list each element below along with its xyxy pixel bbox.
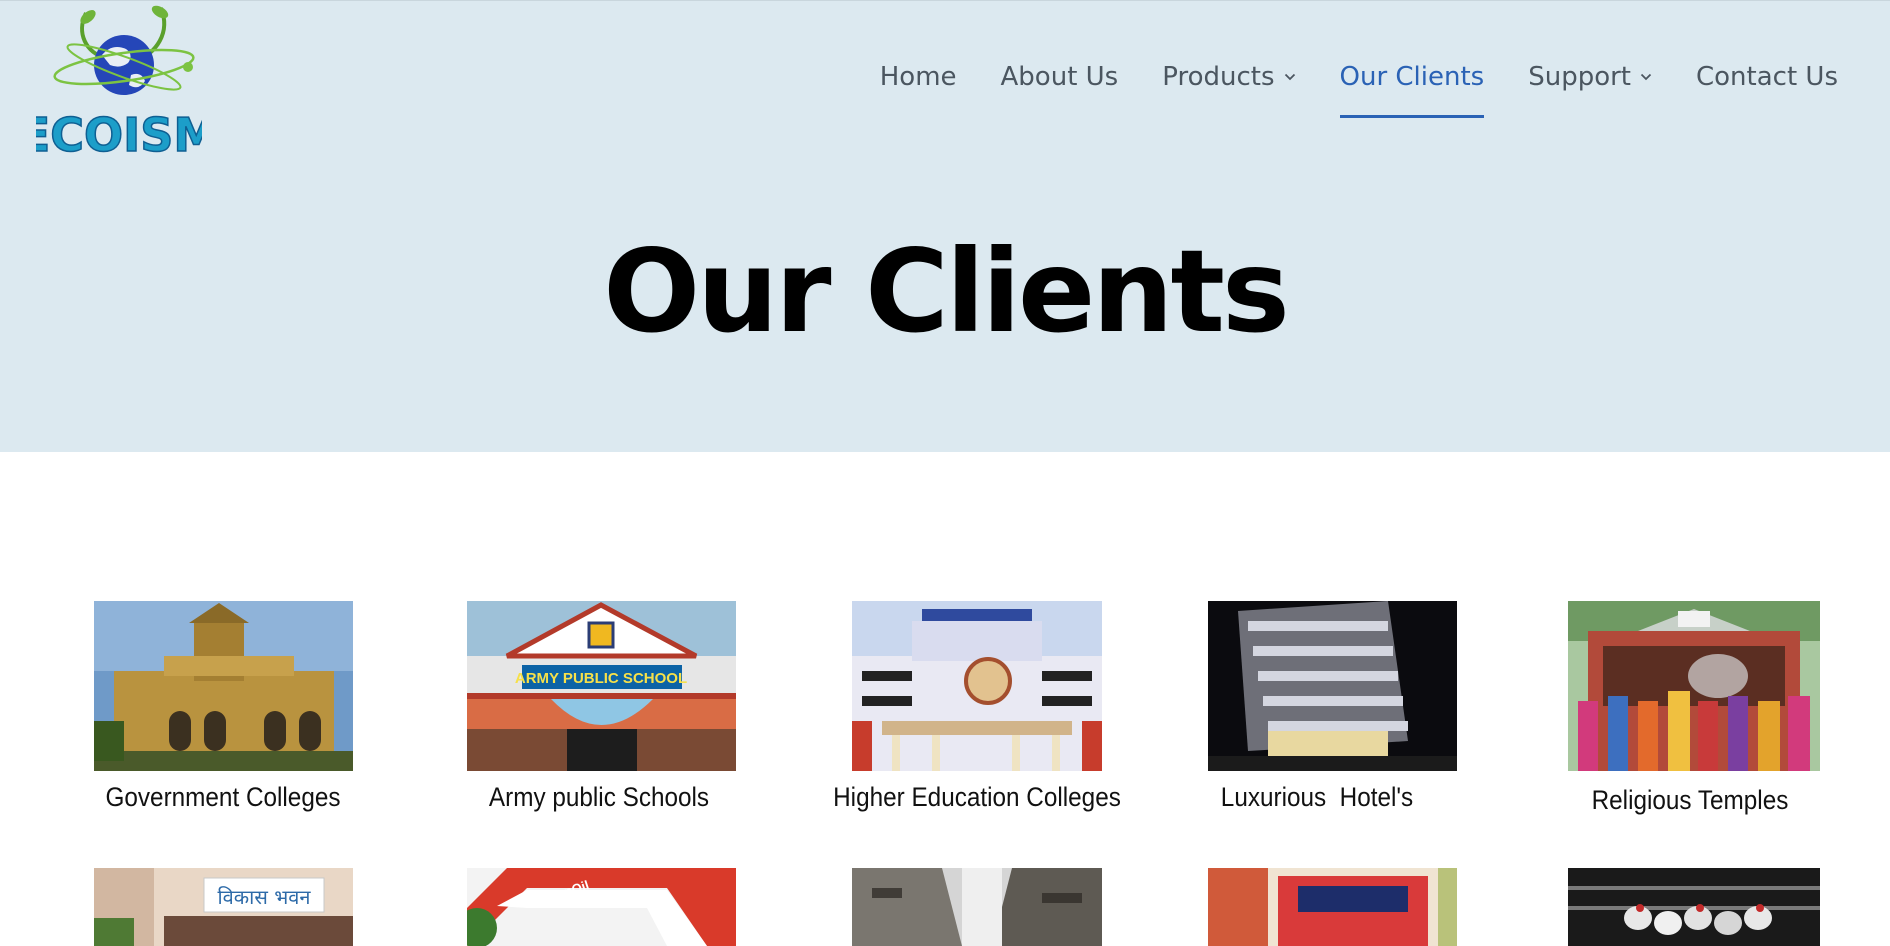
client-caption: Religious Temples bbox=[1591, 785, 1789, 815]
army-public-schools-photo: ARMY PUBLIC SCHOOL bbox=[467, 601, 736, 771]
nav-our-clients-label: Our Clients bbox=[1339, 62, 1485, 92]
client-caption: Government Colleges bbox=[105, 782, 341, 812]
page-title: Our Clients bbox=[603, 225, 1290, 358]
site-logo[interactable]: ECOISM bbox=[36, 3, 202, 155]
poultry-farm-photo bbox=[1568, 868, 1820, 946]
nav-about-us-label: About Us bbox=[1000, 62, 1119, 92]
market-photo bbox=[1208, 868, 1457, 946]
nav-our-clients[interactable]: Our Clients bbox=[1339, 57, 1485, 118]
nav-support-label: Support bbox=[1528, 62, 1631, 92]
religious-temples-photo bbox=[1568, 601, 1820, 771]
army-school-sign-text: ARMY PUBLIC SCHOOL bbox=[515, 670, 687, 687]
main-navigation: Home About Us Products Our Clients Suppo… bbox=[880, 57, 1838, 118]
indian-oil-photo: IndianOil bbox=[467, 868, 736, 946]
chevron-down-icon bbox=[1640, 73, 1652, 81]
nav-support[interactable]: Support bbox=[1528, 57, 1652, 97]
ecoism-logo-image: ECOISM bbox=[36, 5, 202, 155]
luxurious-hotels-photo bbox=[1208, 601, 1457, 771]
client-caption: Luxurious Hotel's bbox=[1220, 782, 1414, 812]
government-colleges-photo bbox=[94, 601, 353, 771]
vikas-bhawan-photo: विकास भवन bbox=[94, 868, 353, 946]
nav-products[interactable]: Products bbox=[1162, 57, 1295, 97]
client-caption: Higher Education Colleges bbox=[833, 782, 1121, 812]
street-photo bbox=[852, 868, 1102, 946]
nav-products-label: Products bbox=[1162, 62, 1275, 92]
client-caption: Army public Schools bbox=[488, 782, 710, 812]
higher-education-colleges-photo bbox=[852, 601, 1102, 771]
vikas-bhawan-sign-text: विकास भवन bbox=[218, 885, 312, 909]
hero-banner: ECOISM Home About Us Products Our Client… bbox=[0, 0, 1890, 452]
nav-home-label: Home bbox=[879, 62, 957, 92]
nav-home[interactable]: Home bbox=[880, 57, 957, 97]
logo-wordmark: ECOISM bbox=[36, 108, 202, 155]
chevron-down-icon bbox=[1284, 73, 1295, 81]
nav-about-us[interactable]: About Us bbox=[1001, 57, 1119, 97]
nav-contact-us-label: Contact Us bbox=[1696, 62, 1838, 92]
nav-contact-us[interactable]: Contact Us bbox=[1696, 57, 1838, 97]
